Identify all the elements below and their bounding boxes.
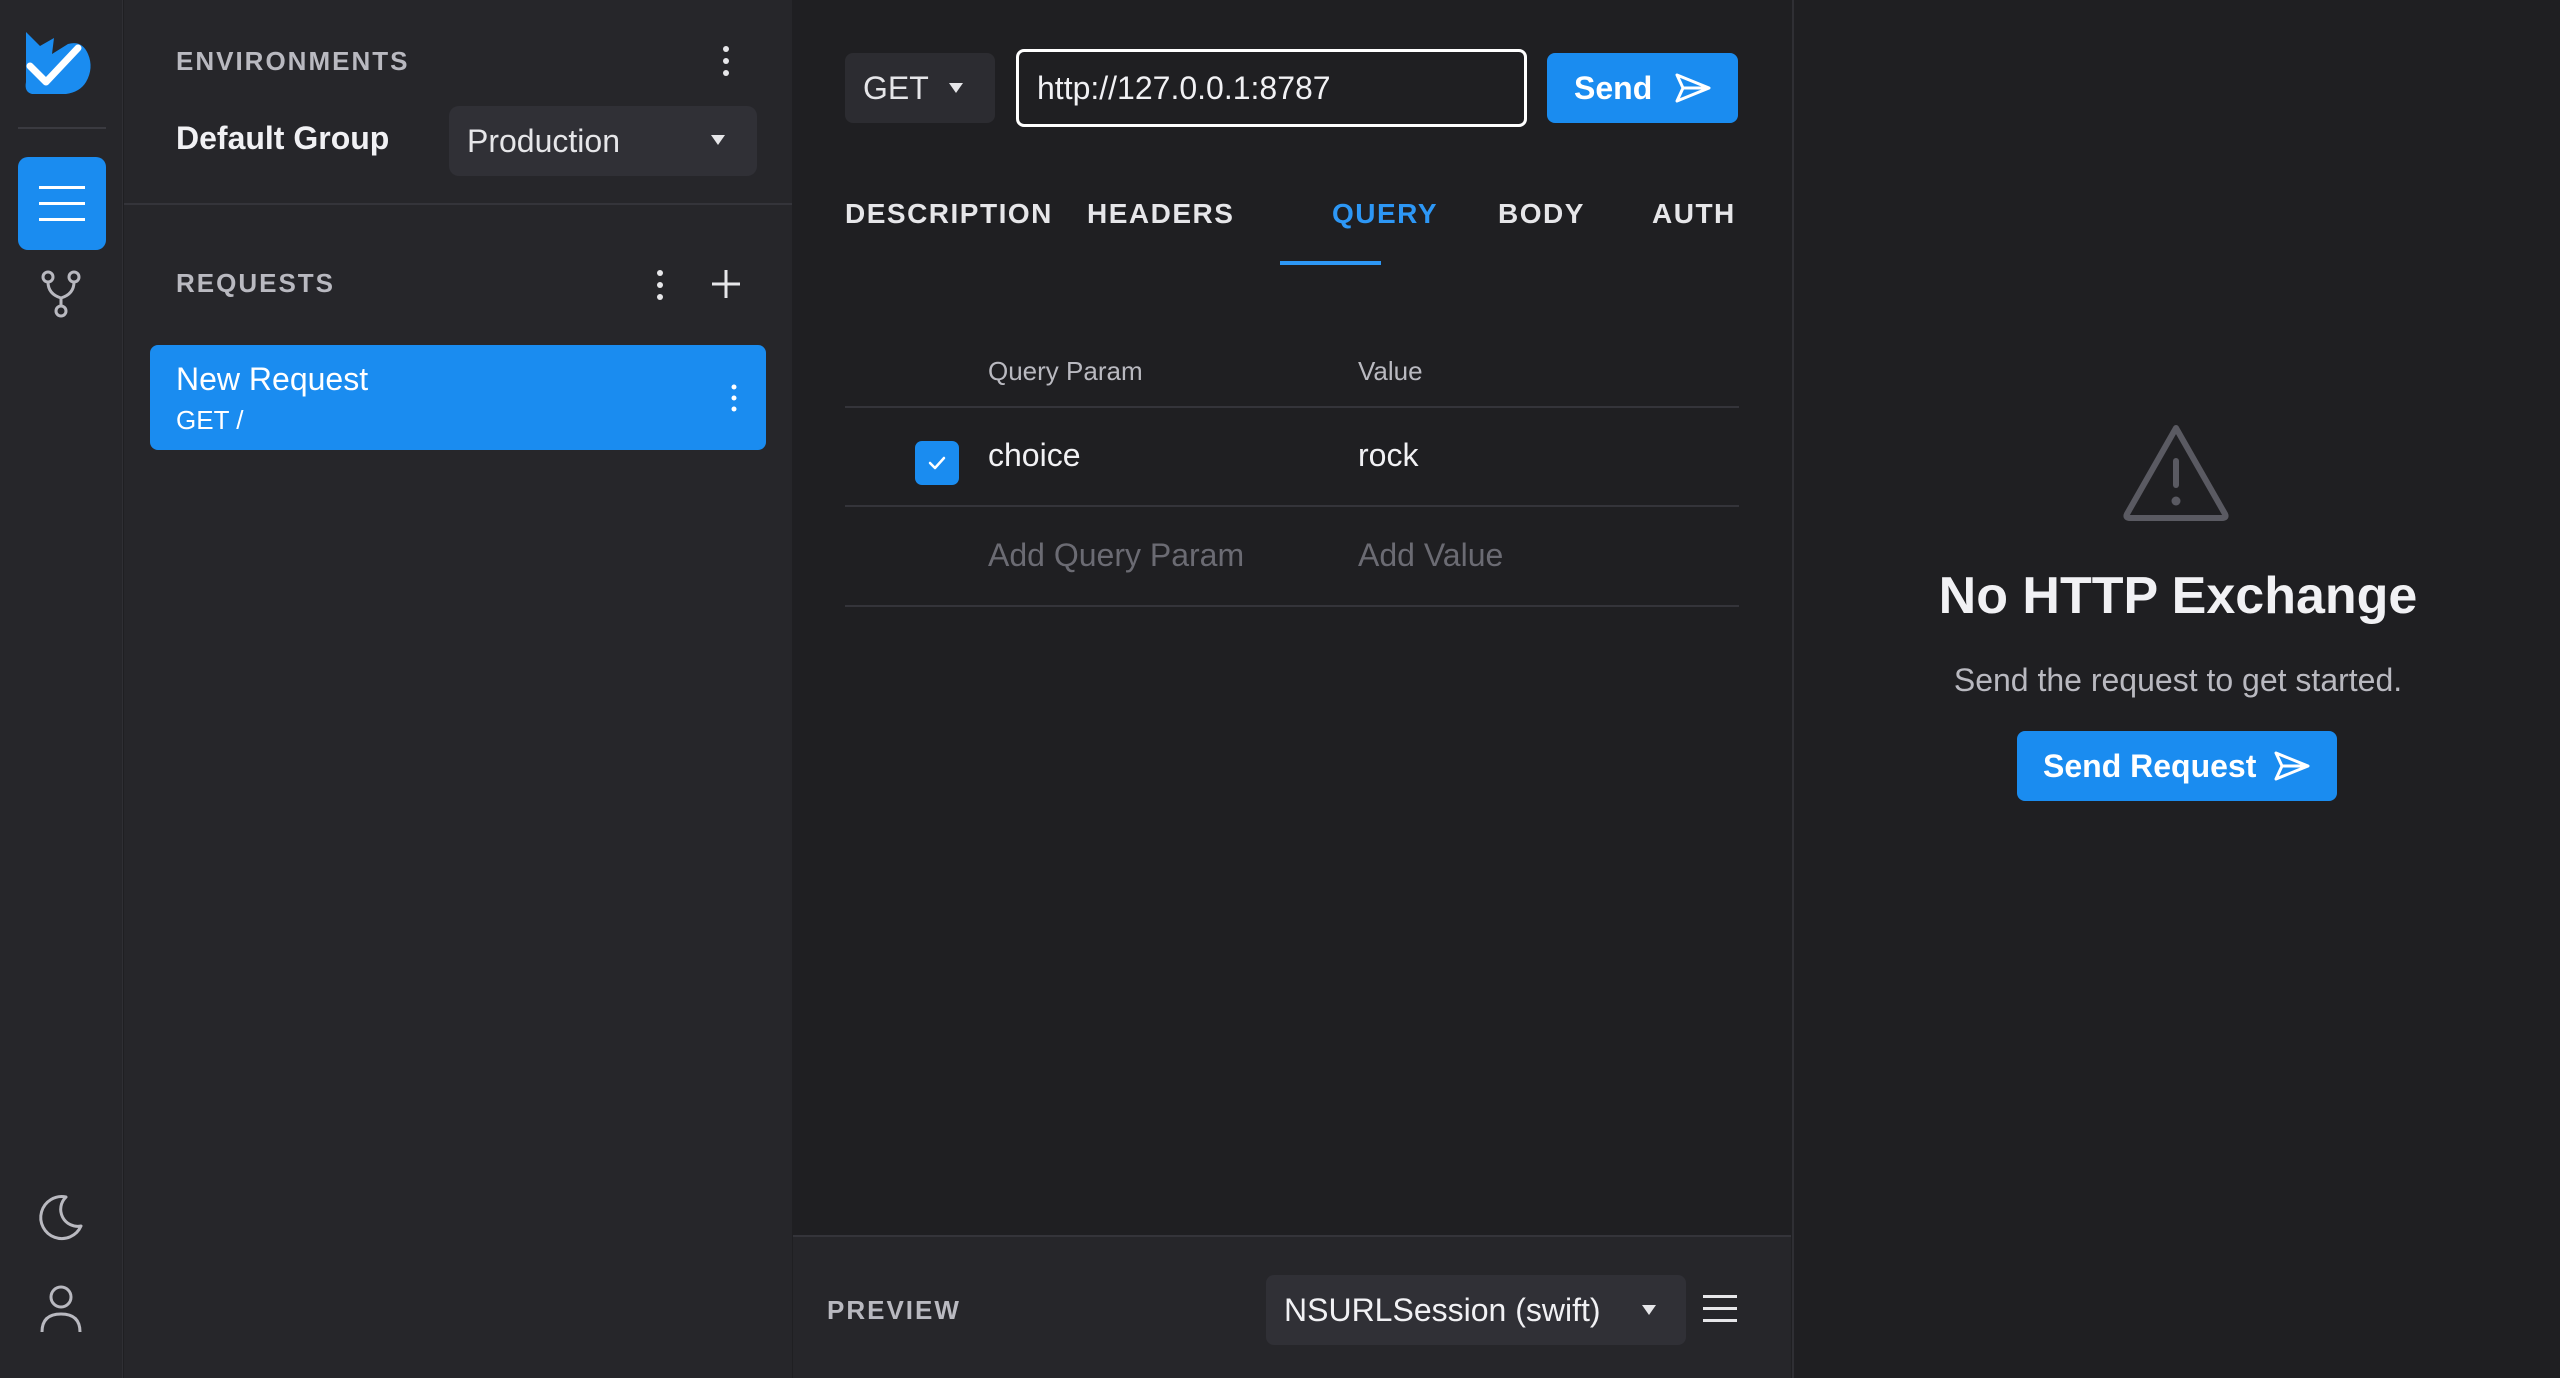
menu-icon — [39, 185, 85, 221]
icon-rail — [0, 0, 123, 1378]
tab-auth[interactable]: AUTH — [1652, 198, 1736, 230]
kebab-icon — [723, 46, 729, 76]
environment-select-value: Production — [467, 122, 620, 159]
method-value: GET — [863, 69, 929, 106]
response-panel: No HTTP Exchange Send the request to get… — [1792, 0, 2560, 1378]
kebab-icon — [657, 270, 663, 300]
request-editor: GET Send DESCRIPTION HEADERS QUERY BODY … — [793, 0, 1791, 1235]
check-icon — [928, 456, 946, 470]
code-preview-bar: PREVIEW NSURLSession (swift) — [793, 1235, 1791, 1378]
rail-divider — [18, 127, 106, 129]
menu-icon — [1703, 1295, 1737, 1322]
branch-nav-button[interactable] — [38, 268, 84, 320]
user-icon — [40, 1285, 82, 1333]
preview-label: PREVIEW — [827, 1295, 961, 1325]
param-value-field[interactable]: rock — [1358, 437, 1418, 474]
preview-toggle-button[interactable] — [1701, 1292, 1739, 1326]
caret-down-icon — [949, 83, 963, 93]
add-param-key-input[interactable]: Add Query Param — [988, 537, 1244, 574]
tab-description[interactable]: DESCRIPTION — [845, 198, 1053, 230]
empty-state-subtitle: Send the request to get started. — [1953, 662, 2403, 698]
column-header-value: Value — [1358, 356, 1423, 386]
url-input[interactable] — [1016, 49, 1527, 127]
environment-select[interactable]: Production — [449, 106, 757, 176]
panel-divider — [124, 203, 792, 205]
caret-down-icon — [1642, 1305, 1656, 1315]
request-name: New Request — [176, 361, 369, 397]
preview-language-select[interactable]: NSURLSession (swift) — [1266, 1275, 1686, 1345]
add-request-button[interactable] — [708, 266, 744, 302]
tab-headers[interactable]: HEADERS — [1087, 198, 1234, 230]
request-list-item[interactable]: New Request GET / — [150, 345, 766, 450]
environment-group-label: Default Group — [176, 120, 390, 156]
requests-nav-button[interactable] — [18, 157, 106, 250]
table-row: choice rock — [845, 409, 1739, 507]
preview-language-value: NSURLSession (swift) — [1284, 1291, 1601, 1328]
active-tab-indicator — [1280, 261, 1381, 265]
moon-icon — [39, 1195, 83, 1241]
requests-title: REQUESTS — [176, 268, 336, 298]
send-request-label: Send Request — [2043, 747, 2257, 784]
send-icon — [1675, 73, 1711, 103]
param-key-field[interactable]: choice — [988, 437, 1081, 474]
send-icon — [2274, 751, 2310, 781]
account-button[interactable] — [38, 1284, 84, 1334]
collection-panel: ENVIRONMENTS Default Group Production RE… — [124, 0, 792, 1378]
method-select[interactable]: GET — [845, 53, 995, 123]
tab-query[interactable]: QUERY — [1332, 198, 1438, 230]
theme-toggle-button[interactable] — [36, 1192, 86, 1242]
kebab-icon — [731, 384, 737, 412]
empty-state-title: No HTTP Exchange — [1938, 567, 2418, 625]
param-enabled-checkbox[interactable] — [915, 441, 959, 485]
fox-logo-icon — [22, 26, 98, 100]
caret-down-icon — [711, 135, 725, 145]
tab-body[interactable]: BODY — [1498, 198, 1585, 230]
request-item-menu-button[interactable] — [728, 383, 740, 413]
send-button-label: Send — [1574, 69, 1653, 106]
environments-title: ENVIRONMENTS — [176, 46, 410, 76]
plus-icon — [712, 270, 740, 298]
branch-icon — [41, 270, 81, 318]
request-method-path: GET / — [176, 405, 244, 435]
warning-icon — [2121, 422, 2231, 522]
column-header-param: Query Param — [988, 356, 1143, 386]
send-request-button[interactable]: Send Request — [2017, 731, 2337, 801]
send-button[interactable]: Send — [1547, 53, 1738, 123]
environments-menu-button[interactable] — [714, 44, 738, 78]
table-row-new: Add Query Param Add Value — [845, 509, 1739, 607]
add-param-value-input[interactable]: Add Value — [1358, 537, 1503, 574]
query-table-header: Query Param Value — [845, 340, 1739, 408]
requests-menu-button[interactable] — [648, 268, 672, 302]
